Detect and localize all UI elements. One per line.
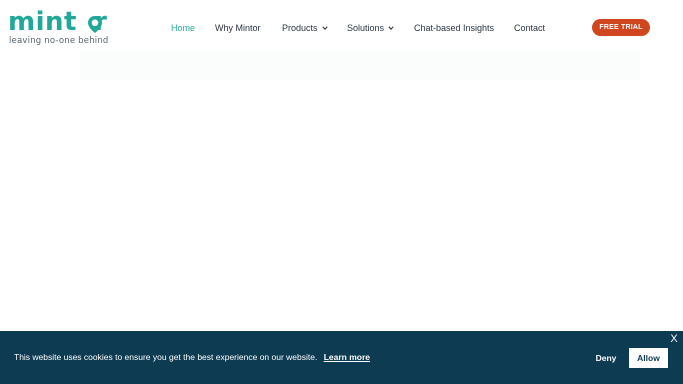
site-header: mintr leaving no-one behind Home Why Min… [0, 0, 683, 56]
learn-more-link[interactable]: Learn more [324, 352, 370, 362]
nav-item-products[interactable]: Products [282, 20, 328, 36]
nav-label: Chat-based Insights [414, 23, 495, 33]
nav-label: Why Mintor [215, 23, 261, 33]
hero-section [80, 50, 640, 80]
nav-item-why-mintor[interactable]: Why Mintor [215, 20, 261, 36]
cookie-message-text: This website uses cookies to ensure you … [14, 352, 318, 362]
nav-item-chat-based-insights[interactable]: Chat-based Insights [414, 20, 494, 36]
chevron-down-icon [388, 26, 394, 31]
location-pin-icon [88, 16, 102, 33]
nav-label: Solutions [347, 23, 385, 33]
free-trial-button[interactable]: FREE TRIAL [592, 19, 650, 36]
nav-label: Home [171, 23, 196, 33]
close-icon[interactable]: X [668, 332, 680, 346]
mintor-logo[interactable]: mintr leaving no-one behind [8, 9, 118, 47]
nav-label: Products [282, 23, 318, 33]
nav-item-solutions[interactable]: Solutions [347, 20, 394, 36]
nav-label: Contact [514, 23, 546, 33]
allow-button[interactable]: Allow [629, 348, 668, 368]
chevron-down-icon [321, 26, 328, 31]
nav-item-contact[interactable]: Contact [514, 20, 545, 36]
cookie-message: This website uses cookies to ensure you … [14, 351, 370, 364]
deny-button[interactable]: Deny [588, 349, 624, 367]
logo-tagline: leaving no-one behind [9, 36, 109, 46]
cookie-banner: X This website uses cookies to ensure yo… [0, 331, 683, 384]
nav-item-home[interactable]: Home [171, 20, 195, 36]
